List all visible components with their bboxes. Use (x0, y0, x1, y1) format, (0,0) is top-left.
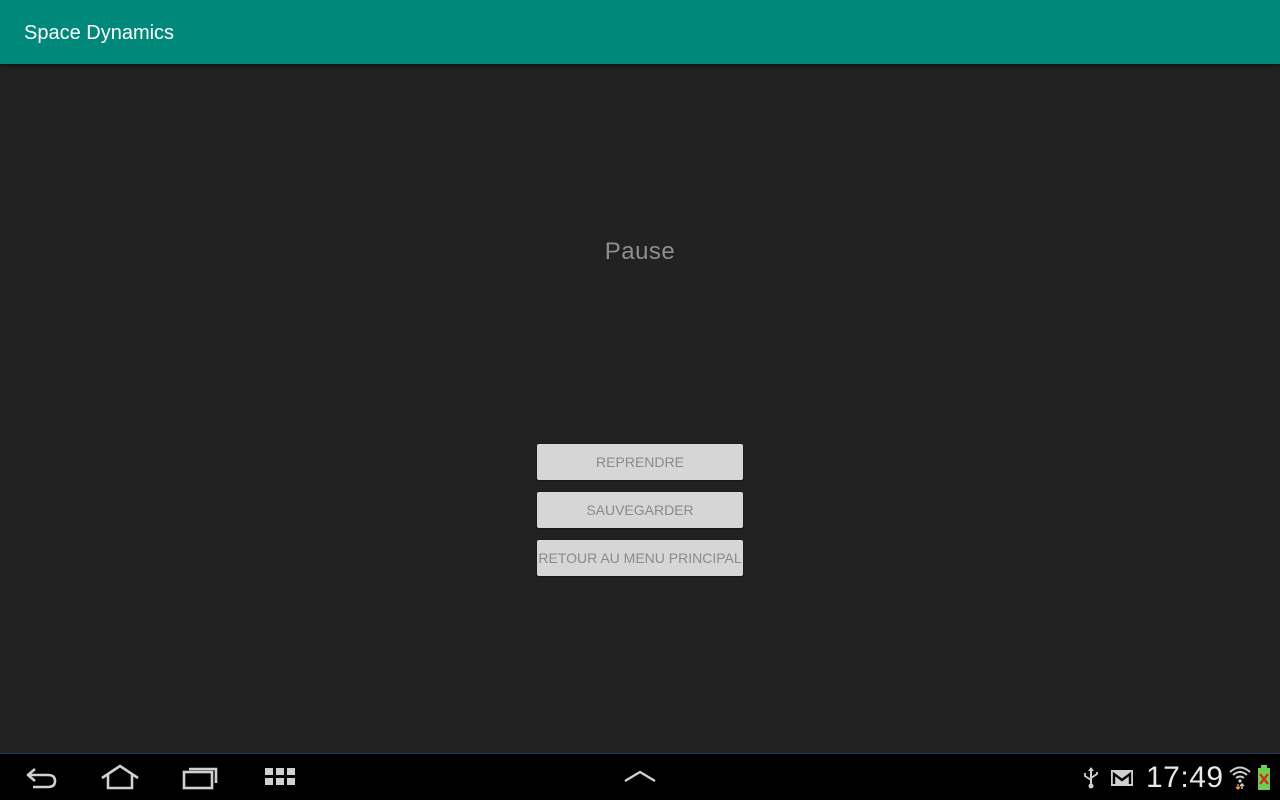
back-icon[interactable] (20, 762, 64, 792)
app-bar: Space Dynamics (0, 0, 1280, 64)
chevron-up-icon[interactable] (618, 762, 662, 792)
recent-apps-icon[interactable] (178, 762, 222, 792)
app-title: Space Dynamics (24, 22, 175, 44)
pause-title: Pause (604, 238, 676, 265)
battery-icon (1256, 764, 1272, 792)
save-button[interactable]: SAUVEGARDER (537, 492, 743, 528)
home-icon[interactable] (98, 762, 142, 792)
system-nav-bar: 17:49 (0, 753, 1280, 800)
main-menu-button[interactable]: RETOUR AU MENU PRINCIPAL (537, 540, 743, 576)
resume-button[interactable]: REPRENDRE (537, 444, 743, 480)
gmail-icon (1110, 768, 1134, 788)
app-grid-icon[interactable] (258, 762, 302, 792)
status-clock: 17:49 (1146, 761, 1224, 794)
pause-screen: Pause REPRENDRE SAUVEGARDER RETOUR AU ME… (0, 64, 1280, 753)
wifi-icon (1228, 764, 1252, 790)
usb-icon (1082, 766, 1100, 790)
